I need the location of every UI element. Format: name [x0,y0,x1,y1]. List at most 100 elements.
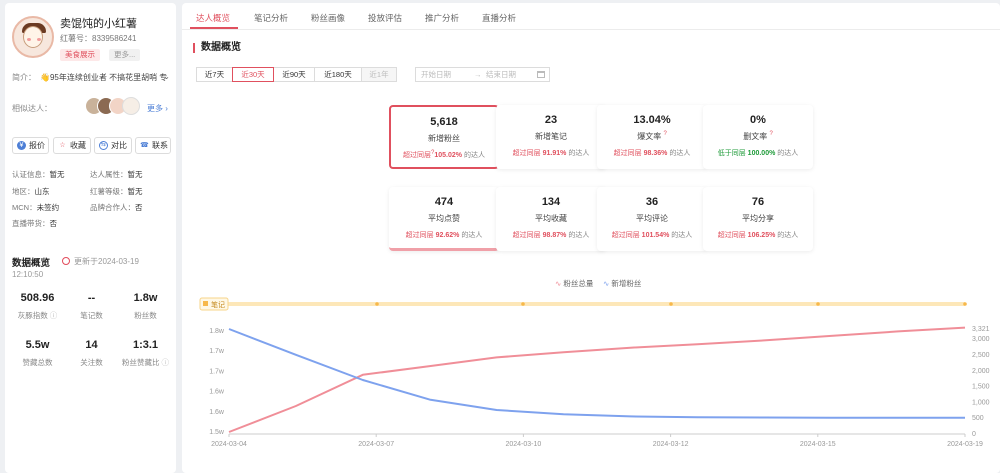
similar-more-link[interactable]: 更多 › [147,103,168,114]
metric-compare: 超过同层 98.36% 的达人 [597,148,707,158]
metric-card-delete-rate[interactable]: 0% 删文率 ? 低于同层 100.00% 的达人 [703,105,813,169]
date-range-picker[interactable]: 开始日期 → 结束日期 [415,67,550,82]
compare-pct: 101.54% [641,232,670,239]
intro-text: 👋95年连续创业者 不搞花里胡哨 专 [40,73,168,82]
compare-suffix: 的达人 [777,232,799,239]
profile-panel: 卖馄饨的小红薯 红薯号：8339586241 美食展示 更多... 简介： 👋95… [5,3,176,473]
main-title: 数据概览 [193,43,241,53]
tab-overview[interactable]: 达人概览 [196,12,230,24]
tab-promotion[interactable]: 推广分析 [425,12,459,24]
metric-value: 474 [434,196,454,208]
metric-label: 爆文率 ? [597,131,707,142]
stat-fan-ratio: 1:3.1 粉丝赞藏比 ⓘ [118,339,173,368]
compare-prefix: 超过同层 [613,150,642,157]
similar-more-label: 更多 [147,104,163,113]
clock-icon [62,257,70,265]
metric-compare: 低于同层 100.00% 的达人 [703,148,813,158]
note-marker [816,302,820,306]
tab-fans[interactable]: 粉丝画像 [311,12,345,24]
compare-prefix: 超过同层 [512,232,541,239]
range-180d[interactable]: 近180天 [314,67,362,82]
tab-notes[interactable]: 笔记分析 [254,12,288,24]
tab-placement[interactable]: 投放评估 [368,12,402,24]
end-date-input[interactable]: 结束日期 [486,68,516,81]
profile-intro[interactable]: 简介： 👋95年连续创业者 不搞花里胡哨 专 ⌄ [12,72,172,83]
note-marker [375,302,379,306]
chevron-down-icon[interactable]: ⌄ [163,72,170,81]
help-icon[interactable]: ? [769,131,772,137]
metric-compare: 超过同层 98.87% 的达人 [496,230,606,240]
info-icon[interactable]: ⓘ [162,358,170,367]
quote-button[interactable]: ¥ 报价 [12,137,49,154]
stat-value: 1:3.1 [132,339,159,351]
profile-red-id: 红薯号：8339586241 [60,34,137,43]
info-level: 红薯等级：暂无 [90,186,143,197]
metric-card-avg-likes[interactable]: 474 平均点赞 超过同层 92.62% 的达人 [389,187,499,251]
start-date-input[interactable]: 开始日期 [421,68,451,81]
info-region-label: 地区： [12,187,35,196]
range-30d[interactable]: 近30天 [232,67,274,82]
stat-value: -- [87,292,96,304]
info-level-label: 红薯等级： [90,187,128,196]
compare-button[interactable]: ⇆ 对比 [94,137,132,154]
metric-label: 删文率 ? [703,131,813,142]
metric-card-avg-shares[interactable]: 76 平均分享 超过同层 106.25% 的达人 [703,187,813,251]
y-left-tick: 1.6w [209,389,225,396]
range-7d[interactable]: 近7天 [196,67,233,82]
info-attr-value: 暂无 [127,170,143,179]
info-icon[interactable]: ⓘ [50,311,58,320]
y-left-tick: 1.8w [209,328,225,335]
compare-pct: 106.25% [747,232,776,239]
range-90d[interactable]: 近90天 [273,67,315,82]
y-right-tick: 500 [972,415,984,422]
info-brand-value: 否 [135,203,143,212]
metric-card-new-fans[interactable]: 5,618 新增粉丝 超过同层?105.02% 的达人 [389,105,499,169]
profile-avatar[interactable] [12,16,54,58]
info-brand: 品牌合作人：否 [90,202,143,213]
metric-card-new-notes[interactable]: 23 新增笔记 超过同层 91.91% 的达人 [496,105,606,169]
y-left-tick: 1.7w [209,368,225,375]
legend-total-fans[interactable]: ∿ 粉丝总量 [555,278,593,289]
contact-button[interactable]: ☎ 联系 [135,137,171,154]
tab-live[interactable]: 直播分析 [482,12,516,24]
metric-compare: 超过同层?105.02% 的达人 [391,150,497,160]
help-icon[interactable]: ? [663,131,666,137]
legend-label: 新增粉丝 [611,279,642,288]
y-right-tick: 1,500 [972,384,990,391]
info-mcn-label: MCN： [12,203,37,212]
stat-label: 粉丝赞藏比 ⓘ [118,357,173,368]
metric-compare: 超过同层 91.91% 的达人 [496,148,606,158]
avatar-cheek [37,38,41,41]
info-region-value: 山东 [34,187,50,196]
metric-value: 5,618 [430,116,458,128]
similar-avatar[interactable] [122,97,140,115]
info-live-value: 否 [49,219,58,228]
stat-fans: 1.8w 粉丝数 [118,292,173,321]
more-tags-button[interactable]: 更多... [109,49,141,61]
metric-label-text: 删文率 [743,132,768,141]
metric-label: 新增粉丝 [428,134,460,143]
note-track-label: 笔记 [211,300,225,309]
compare-icon: ⇆ [99,141,108,150]
favorite-button[interactable]: ☆ 收藏 [53,137,91,154]
metric-label: 平均分享 [742,214,774,223]
info-brand-label: 品牌合作人： [90,203,135,212]
y-left-tick: 1.5w [209,429,225,436]
info-live: 直播带货：否 [12,218,57,229]
fans-trend-chart[interactable]: 笔记 1.5w 1.6w 1.6w 1.7w 1.7w 1.8w 0 500 1,000 1,500… [182,293,1000,471]
update-time-clock: 12:10:50 [12,270,44,279]
range-1y[interactable]: 近1年 [361,67,397,82]
compare-suffix: 的达人 [669,150,691,157]
info-mcn-value: 未签约 [36,203,60,212]
compare-prefix: 超过同层 [403,152,432,159]
metric-card-hit-rate[interactable]: 13.04% 爆文率 ? 超过同层 98.36% 的达人 [597,105,707,169]
compare-prefix: 超过同层 [512,150,541,157]
metric-card-avg-collects[interactable]: 134 平均收藏 超过同层 98.87% 的达人 [496,187,606,251]
compare-suffix: 的达人 [777,150,799,157]
y-right-tick: 1,000 [972,399,990,406]
metric-card-avg-comments[interactable]: 36 平均评论 超过同层 101.54% 的达人 [597,187,707,251]
legend-new-fans[interactable]: ∿ 新增粉丝 [603,278,641,289]
note-marker [521,302,525,306]
calendar-icon[interactable] [537,71,545,78]
compare-suffix: 的达人 [568,150,590,157]
